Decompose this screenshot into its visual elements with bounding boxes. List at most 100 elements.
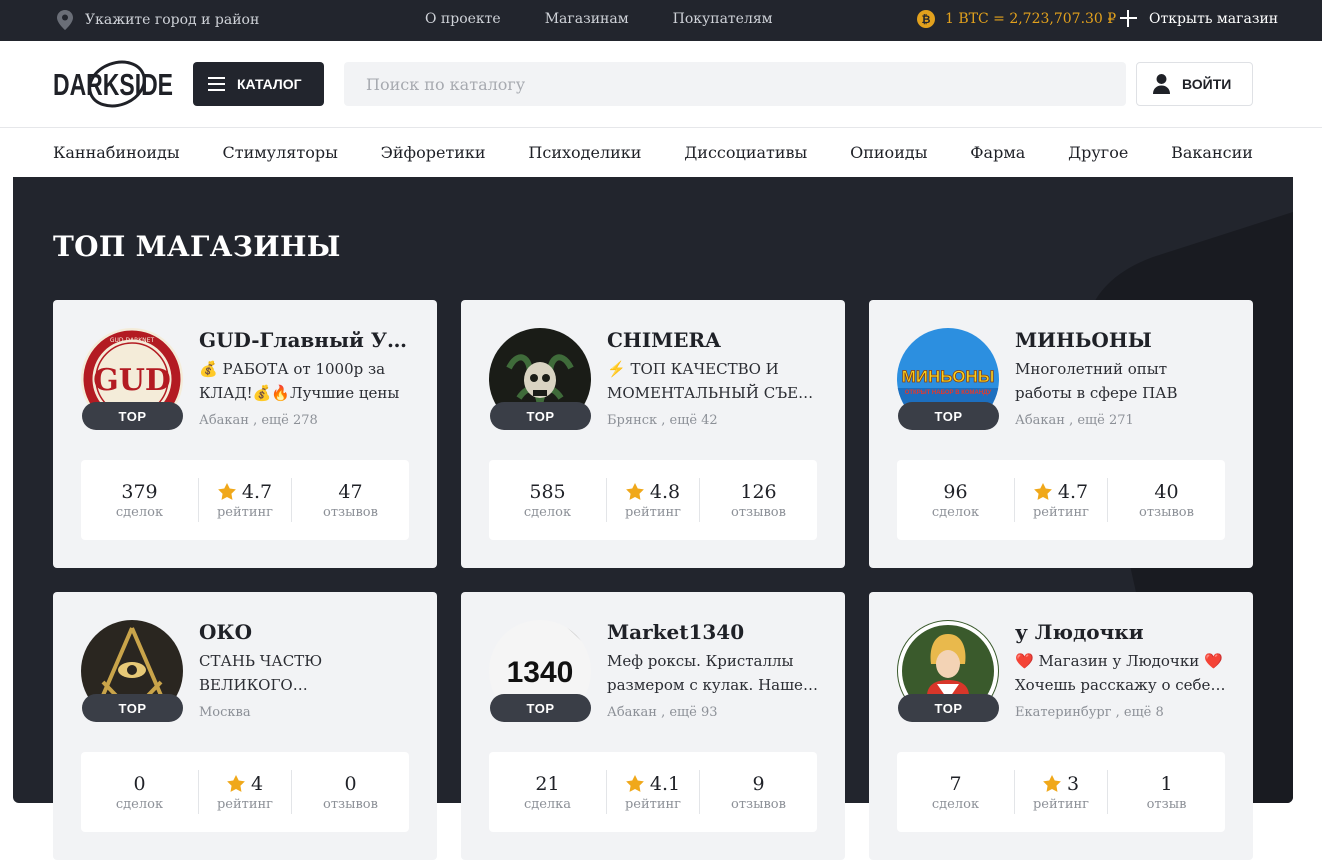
nav-link-about[interactable]: О проекте	[425, 11, 501, 27]
rating-value: 4.7	[1057, 480, 1089, 503]
deals-label: сделок	[931, 796, 980, 812]
login-label: ВОЙТИ	[1182, 76, 1232, 92]
rating-label: рейтинг	[1032, 504, 1089, 520]
shop-stats: 0 сделок 4 рейтинг 0 отзывов	[81, 752, 409, 832]
top-badge: TOP	[898, 694, 999, 722]
shop-card[interactable]: TOP у Людочки ❤️ Магазин у Людочки ❤️ Хо…	[869, 592, 1253, 860]
shop-city: Абакан , ещё 93	[607, 705, 718, 720]
rating-value: 4.7	[241, 480, 273, 503]
shop-card[interactable]: МИНЬОНЫ ОТКРЫТ НАБОР В КОМАНДУ TOP МИНЬО…	[869, 300, 1253, 568]
catalog-label: КАТАЛОГ	[237, 76, 302, 92]
section-title: ТОП МАГАЗИНЫ	[53, 230, 341, 263]
stat-deals: 585 сделок	[489, 478, 607, 522]
shop-description: 💰 РАБОТА от 1000р за КЛАД!💰🔥Лучшие цены	[199, 360, 400, 402]
shop-city: Абакан , ещё 271	[1015, 413, 1134, 428]
rating-value: 4.1	[649, 772, 681, 795]
shop-name[interactable]: Market1340	[607, 620, 819, 644]
rating-label: рейтинг	[624, 796, 681, 812]
star-icon	[1043, 775, 1061, 792]
minions-avatar-text: МИНЬОНЫ	[902, 367, 995, 386]
category-vacancies[interactable]: Вакансии	[1171, 143, 1253, 162]
star-icon	[1034, 483, 1052, 500]
darkside-logo[interactable]: DARKSIDE	[53, 60, 175, 108]
reviews-value: 9	[752, 772, 765, 795]
location-selector[interactable]: Укажите город и район	[57, 10, 259, 30]
nav-link-buyers[interactable]: Покупателям	[673, 11, 773, 27]
bitcoin-icon: ₿	[917, 10, 935, 28]
shop-name[interactable]: МИНЬОНЫ	[1015, 328, 1227, 352]
location-pin-icon	[57, 10, 73, 30]
shop-card[interactable]: TOP ОКО СТАНЬ ЧАСТЮ ВЕЛИКОГО СООБЩЕСТВА …	[53, 592, 437, 860]
stat-deals: 379 сделок	[81, 478, 199, 522]
rating-label: рейтинг	[624, 504, 681, 520]
deals-label: сделка	[523, 796, 572, 812]
stat-reviews: 9 отзывов	[700, 770, 817, 814]
btc-rate-text: 1 BTC = 2,723,707.30 ₽	[945, 11, 1117, 27]
shop-stats: 585 сделок 4.8 рейтинг 126 отзывов	[489, 460, 817, 540]
top-nav: О проекте Магазинам Покупателям	[425, 11, 773, 27]
shop-city: Москва	[199, 705, 251, 720]
category-euphoretics[interactable]: Эйфоретики	[381, 143, 486, 162]
deals-label: сделок	[931, 504, 980, 520]
category-other[interactable]: Другое	[1068, 143, 1128, 162]
deals-value: 21	[535, 772, 560, 795]
category-cannabinoids[interactable]: Каннабиноиды	[53, 143, 180, 162]
shop-card[interactable]: TOP CHIMERA ⚡ ТОП КАЧЕСТВО И МОМЕНТАЛЬНЫ…	[461, 300, 845, 568]
shop-card[interactable]: GUD GUD DARKNET TOP GUD-Главный Универса…	[53, 300, 437, 568]
stat-reviews: 0 отзывов	[292, 770, 409, 814]
stat-rating: 4 рейтинг	[199, 770, 292, 814]
shop-city: Екатеринбург , ещё 8	[1015, 705, 1164, 720]
top-badge: TOP	[82, 694, 183, 722]
rating-value: 4	[250, 772, 264, 795]
minions-avatar-subtext: ОТКРЫТ НАБОР В КОМАНДУ	[905, 390, 992, 396]
catalog-button[interactable]: КАТАЛОГ	[193, 62, 324, 106]
category-stimulants[interactable]: Стимуляторы	[222, 143, 337, 162]
stat-reviews: 126 отзывов	[700, 478, 817, 522]
shop-stats: 379 сделок 4.7 рейтинг 47 отзывов	[81, 460, 409, 540]
rating-label: рейтинг	[1032, 796, 1089, 812]
shop-name[interactable]: CHIMERA	[607, 328, 819, 352]
logo-text: DARKSIDE	[53, 67, 173, 102]
search-input[interactable]	[344, 62, 1126, 106]
login-button[interactable]: ВОЙТИ	[1136, 62, 1253, 106]
top-bar: Укажите город и район О проекте Магазина…	[0, 0, 1322, 41]
category-dissociatives[interactable]: Диссоциативы	[684, 143, 807, 162]
shop-name[interactable]: GUD-Главный Универсальный Дилер	[199, 328, 411, 352]
reviews-label: отзывов	[731, 504, 786, 520]
shop-card[interactable]: 1340 TOP Market1340 Меф роксы. Кристаллы…	[461, 592, 845, 860]
reviews-value: 126	[740, 480, 777, 503]
category-pharma[interactable]: Фарма	[970, 143, 1025, 162]
reviews-label: отзывов	[323, 796, 378, 812]
plus-icon	[1120, 10, 1137, 27]
deals-value: 7	[949, 772, 962, 795]
shop-description: СТАНЬ ЧАСТЮ ВЕЛИКОГО СООБЩЕСТВА	[199, 652, 323, 694]
stat-deals: 21 сделка	[489, 770, 607, 814]
shop-name[interactable]: ОКО	[199, 620, 411, 644]
user-icon	[1153, 74, 1170, 94]
star-icon	[218, 483, 236, 500]
star-icon	[626, 483, 644, 500]
header: DARKSIDE КАТАЛОГ ВОЙТИ	[0, 41, 1322, 128]
stat-deals: 96 сделок	[897, 478, 1015, 522]
stat-rating: 3 рейтинг	[1015, 770, 1108, 814]
top-badge: TOP	[490, 402, 591, 430]
stat-reviews: 1 отзыв	[1108, 770, 1225, 814]
btc-rate: ₿ 1 BTC = 2,723,707.30 ₽	[917, 10, 1116, 28]
star-icon	[227, 775, 245, 792]
shop-name[interactable]: у Людочки	[1015, 620, 1227, 644]
location-label: Укажите город и район	[85, 12, 260, 28]
category-nav: Каннабиноиды Стимуляторы Эйфоретики Псих…	[0, 128, 1322, 177]
rating-label: рейтинг	[216, 504, 273, 520]
nav-link-shops[interactable]: Магазинам	[545, 11, 629, 27]
shop-stats: 7 сделок 3 рейтинг 1 отзыв	[897, 752, 1225, 832]
category-opioids[interactable]: Опиоиды	[850, 143, 927, 162]
shop-description: ⚡ ТОП КАЧЕСТВО И МОМЕНТАЛЬНЫЙ СЪЕМ ГАРАН…	[607, 360, 814, 402]
top-badge: TOP	[490, 694, 591, 722]
deals-label: сделок	[115, 796, 164, 812]
reviews-label: отзывов	[731, 796, 786, 812]
reviews-value: 0	[344, 772, 357, 795]
deals-value: 0	[133, 772, 146, 795]
open-shop-link[interactable]: Открыть магазин	[1120, 10, 1278, 27]
category-psychedelics[interactable]: Психоделики	[528, 143, 641, 162]
market-avatar-text: 1340	[507, 656, 574, 689]
